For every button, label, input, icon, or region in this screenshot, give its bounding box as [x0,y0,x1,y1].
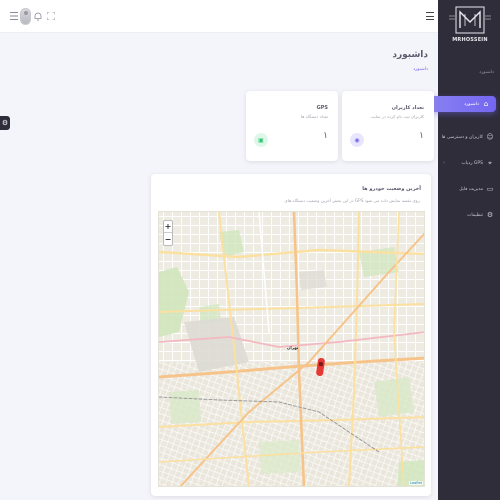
location-icon: ⌖ [488,158,492,167]
user-icon: ☺ [486,133,494,141]
sidebar-subtitle: داشبورد [479,70,494,75]
menu-toggle-icon[interactable] [426,12,434,20]
breadcrumb[interactable]: داشبورد [413,67,428,72]
settings-icon: ⚙ [486,211,494,219]
grid-icon[interactable] [8,10,20,22]
sidebar-item-gps[interactable]: ‹ ردیاب GPS ⌖ [438,155,500,171]
chevron-left-icon: ‹ [443,160,445,166]
gps-count-card: GPS تعداد دستگاه ها ۱ ▣ [246,91,338,161]
sidebar-item-label: تنظیمات [467,212,483,218]
sidebar-item-label: مدیریت فایل [459,186,483,192]
users-badge-icon: ◉ [350,133,364,147]
zoom-control: + − [163,220,173,246]
zoom-in-button[interactable]: + [164,221,172,233]
sidebar-item-label: داشبورد [464,101,479,107]
card-title: GPS [316,105,328,111]
home-icon: ⌂ [483,100,489,108]
logo-text: MRHOSSEIN [452,37,488,43]
avatar[interactable] [20,8,31,25]
card-subtitle: کاربران ثبت نام کرده در سایت [370,114,424,119]
card-subtitle: تعداد دستگاه ها [301,114,328,119]
chevron-left-icon: ‹ [443,134,445,140]
card-value: ۱ [323,131,328,141]
sidebar-item-label: ردیاب GPS [461,160,483,166]
sidebar-item-files[interactable]: مدیریت فایل ▭ [438,181,500,197]
sidebar-item-label: کاربران و دسترسی ها [441,134,483,140]
card-title: تعداد کاربران [391,105,424,111]
users-count-card: تعداد کاربران کاربران ثبت نام کرده در سا… [342,91,434,161]
customizer-gear-icon[interactable]: ⚙ [0,116,10,130]
map-card-title: آخرین وضعیت خودرو ها [362,186,421,192]
logo [449,6,491,34]
sidebar: MRHOSSEIN داشبورد داشبورد ⌂ ‹ کاربران و … [416,0,500,500]
sidebar-item-settings[interactable]: تنظیمات ⚙ [438,207,500,223]
fullscreen-icon[interactable] [45,10,57,22]
gps-badge-icon: ▣ [254,133,268,147]
page-title: داشبورد [392,50,428,60]
city-label: تهران [287,345,299,350]
map-card-subtitle: در این بخش آخرین وضعیت دستگاه های GPS رو… [284,198,421,203]
card-value: ۱ [419,131,424,141]
bell-icon[interactable] [32,10,44,22]
vehicles-map-card: آخرین وضعیت خودرو ها در این بخش آخرین وض… [151,174,431,496]
map-attribution[interactable]: Leaflet [409,481,423,485]
file-icon: ▭ [486,185,494,193]
sidebar-item-users[interactable]: ‹ کاربران و دسترسی ها ☺ [438,129,500,145]
top-navbar [0,0,438,33]
map-view[interactable]: + − تهران Leaflet [158,211,425,487]
zoom-out-button[interactable]: − [164,233,172,245]
